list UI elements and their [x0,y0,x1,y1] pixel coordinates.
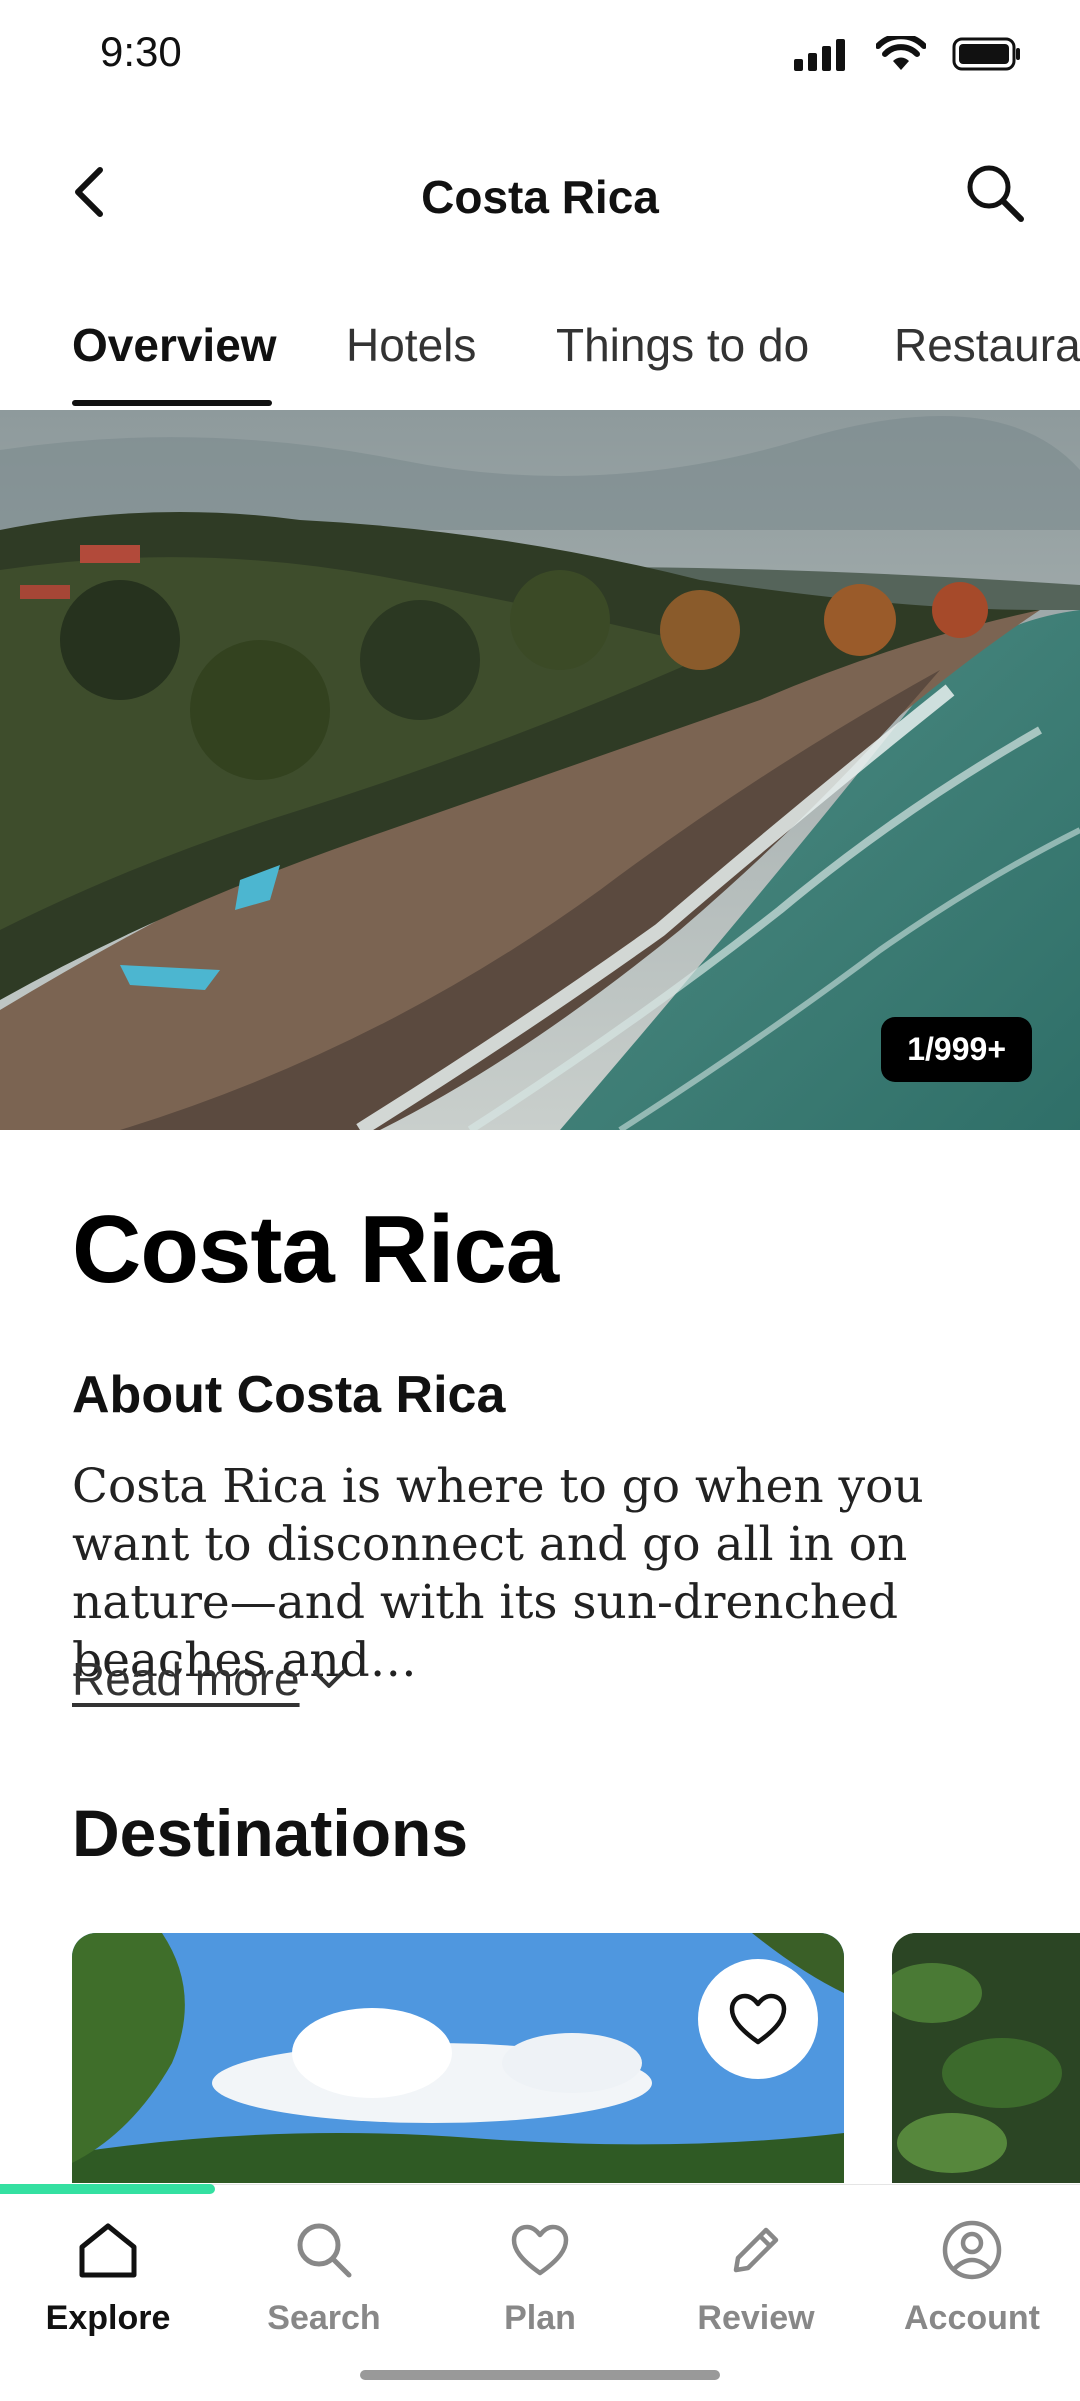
tab-active-indicator [72,400,272,406]
search-icon [297,2223,352,2278]
status-time: 9:30 [100,28,182,75]
read-more-label: Read more [72,1653,300,1705]
tab-overview[interactable]: Overview [72,318,277,372]
signal-icon [794,39,845,71]
tab-restaurants[interactable]: Restaurants [894,318,1080,372]
battery-icon [952,37,1020,71]
search-icon [967,165,1024,222]
nav-review-label: Review [697,2299,815,2337]
nav-search-label: Search [267,2299,381,2337]
wifi-icon [876,36,926,70]
destinations-heading: Destinations [72,1796,469,1870]
nav-plan[interactable]: Plan [432,2215,648,2338]
home-indicator[interactable] [360,2370,720,2380]
home-icon [79,2223,137,2278]
nav-explore-label: Explore [45,2299,171,2337]
nav-explore[interactable]: Explore [0,2215,216,2338]
status-bar: 9:30 [0,0,1080,110]
chevron-down-icon [312,1670,345,1688]
destination-card[interactable] [72,1933,844,2183]
read-more-link[interactable]: Read more [72,1652,346,1706]
loading-progress-bar [0,2184,215,2194]
status-icons [794,36,1022,72]
bottom-navigation: Explore Search Plan Review Account [0,2184,1080,2401]
header-title: Costa Rica [421,171,659,223]
heart-icon [729,1993,787,2045]
destination-photo [892,1933,1080,2183]
account-icon [942,2220,1002,2280]
pencil-icon [733,2227,779,2273]
nav-plan-label: Plan [504,2299,576,2337]
heart-icon [511,2224,569,2276]
nav-review[interactable]: Review [648,2215,864,2338]
save-to-trip-button[interactable] [698,1959,818,2079]
nav-account[interactable]: Account [864,2215,1080,2338]
photo-counter-badge: 1/999+ [881,1017,1032,1082]
nav-search[interactable]: Search [216,2215,432,2338]
about-heading: About Costa Rica [72,1366,506,1424]
place-title: Costa Rica [72,1196,559,1303]
destination-card[interactable] [892,1933,1080,2183]
search-button[interactable] [960,158,1030,228]
top-app-bar: Costa Rica [0,140,1080,250]
tab-hotels[interactable]: Hotels [346,318,476,372]
tab-things-to-do[interactable]: Things to do [556,318,809,372]
hero-image[interactable]: 1/999+ [0,410,1080,1130]
tab-bar: Overview Hotels Things to do Restaurants [0,300,1080,410]
nav-account-label: Account [904,2299,1040,2337]
